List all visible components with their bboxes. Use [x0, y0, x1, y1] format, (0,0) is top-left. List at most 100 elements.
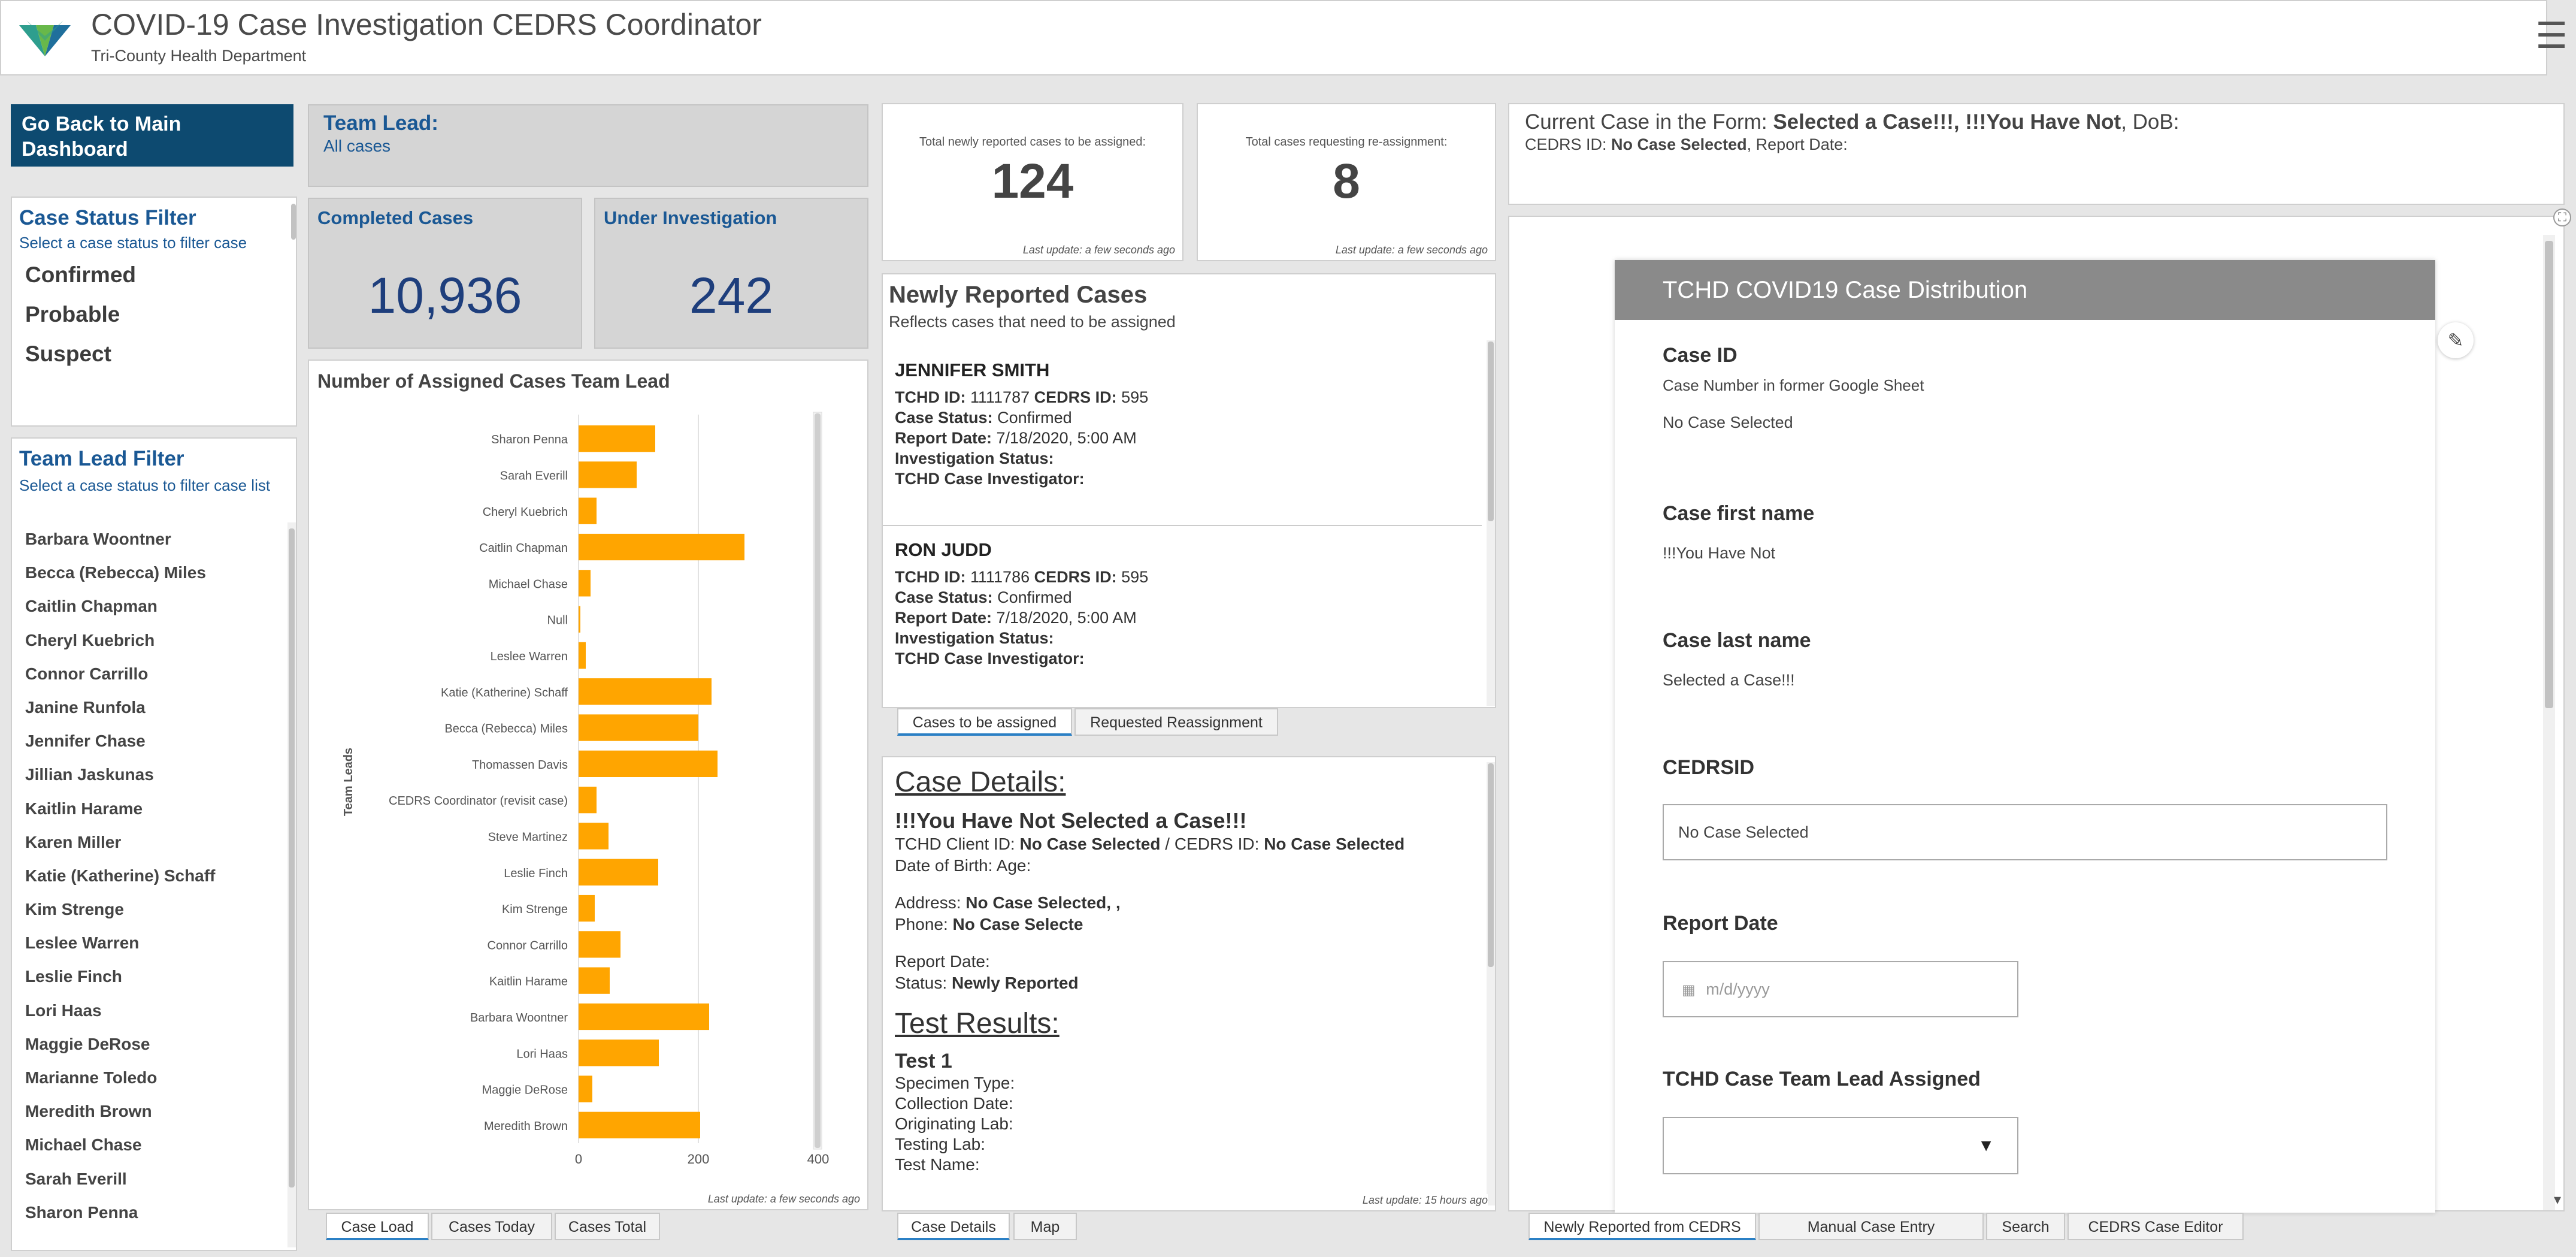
expand-icon[interactable]: ⛶ — [2553, 209, 2571, 226]
team-filter-item[interactable]: Jillian Jaskunas — [12, 758, 287, 791]
status-filter-item[interactable]: Probable — [12, 295, 296, 334]
case-card-report-date: Report Date: 7/18/2020, 5:00 AM — [895, 609, 1137, 627]
category-label: Leslie Finch — [504, 867, 568, 880]
status-filter-item[interactable]: Confirmed — [12, 255, 296, 295]
tab[interactable]: Search — [1986, 1213, 2065, 1240]
bar[interactable] — [579, 931, 620, 958]
status-filter-item[interactable]: Suspect — [12, 334, 296, 374]
current-cedrs-line: CEDRS ID: No Case Selected, Report Date: — [1525, 135, 1848, 153]
team-filter-item[interactable]: Leslee Warren — [12, 926, 287, 960]
team-filter-item[interactable]: Sarah Everill — [12, 1162, 287, 1196]
case-card[interactable]: JENNIFER SMITH TCHD ID: 1111787 CEDRS ID:… — [883, 346, 1482, 526]
bar[interactable] — [579, 678, 712, 705]
team-filter-item[interactable]: Sharon Penna — [12, 1196, 287, 1229]
bar[interactable] — [579, 967, 610, 994]
team-filter-item[interactable]: Caitlin Chapman — [12, 590, 287, 623]
team-filter-item[interactable]: Katie (Katherine) Schaff — [12, 859, 287, 893]
category-label: Maggie DeRose — [482, 1084, 568, 1097]
edit-pencil-icon[interactable]: ✎ — [2438, 322, 2474, 358]
bar[interactable] — [579, 570, 591, 597]
back-to-dashboard-button[interactable]: Go Back to Main Dashboard — [11, 104, 293, 167]
x-tick-label: 400 — [807, 1152, 830, 1167]
bar[interactable] — [579, 497, 597, 524]
tab[interactable]: Cases Total — [555, 1213, 660, 1240]
scrollbar-thumb[interactable] — [289, 528, 295, 1187]
tab[interactable]: Cases to be assigned — [897, 708, 1072, 736]
tab[interactable]: CEDRS Case Editor — [2068, 1213, 2244, 1240]
bar[interactable] — [579, 714, 698, 741]
case-card-name: RON JUDD — [895, 539, 992, 560]
bar[interactable] — [579, 1040, 659, 1066]
tab[interactable]: Case Details — [897, 1213, 1010, 1240]
tab[interactable]: Map — [1013, 1213, 1077, 1240]
scrollbar-thumb[interactable] — [2545, 241, 2553, 708]
team-filter-item[interactable]: Connor Carrillo — [12, 657, 287, 691]
bar[interactable] — [579, 461, 637, 488]
client-id-line: TCHD Client ID: No Case Selected / CEDRS… — [895, 835, 1405, 853]
menu-icon[interactable]: ☰ — [2535, 18, 2568, 54]
case-card-name: JENNIFER SMITH — [895, 359, 1050, 380]
scrollbar-thumb[interactable] — [1488, 763, 1494, 967]
team-filter-item[interactable]: Lori Haas — [12, 994, 287, 1028]
report-date-input[interactable]: ▦ m/d/yyyy — [1663, 961, 2018, 1017]
category-label: Caitlin Chapman — [479, 542, 568, 555]
tab[interactable]: Newly Reported from CEDRS — [1528, 1213, 1756, 1240]
case-id-label: Case ID — [1663, 344, 1737, 367]
tab[interactable]: Case Load — [326, 1213, 429, 1240]
scrollbar[interactable] — [291, 204, 296, 240]
tab[interactable]: Manual Case Entry — [1758, 1213, 1984, 1240]
scroll-down-icon[interactable]: ▾ — [2554, 1191, 2561, 1208]
bar[interactable] — [579, 823, 609, 850]
bar[interactable] — [579, 1111, 700, 1138]
tab[interactable]: Requested Reassignment — [1074, 708, 1278, 736]
chevron-down-icon: ▼ — [1978, 1136, 1994, 1155]
team-filter-item[interactable]: Michael Chase — [12, 1128, 287, 1162]
bar[interactable] — [579, 533, 744, 561]
team-filter-item[interactable]: Barbara Woontner — [12, 522, 287, 556]
chart-scrollbar-thumb[interactable] — [815, 413, 821, 1148]
bar[interactable] — [579, 787, 597, 814]
tab[interactable]: Cases Today — [431, 1213, 552, 1240]
bar[interactable] — [579, 1075, 592, 1102]
bar[interactable] — [579, 750, 718, 777]
category-label: Barbara Woontner — [470, 1011, 568, 1025]
team-filter-item[interactable]: Karen Miller — [12, 826, 287, 859]
form-title: TCHD COVID19 Case Distribution — [1615, 260, 2435, 320]
team-filter-item[interactable]: Meredith Brown — [12, 1095, 287, 1128]
bar[interactable] — [579, 895, 595, 922]
calendar-icon[interactable]: ▦ — [1682, 982, 1696, 998]
team-filter-item[interactable]: Cheryl Kuebrich — [12, 624, 287, 657]
test-detail-line: Originating Lab: — [895, 1114, 1013, 1133]
assigned-cases-chart-panel: Number of Assigned Cases Team Lead Sharo… — [308, 359, 868, 1210]
team-lead-select[interactable]: ▼ — [1663, 1117, 2018, 1174]
team-filter-item[interactable]: Leslie Finch — [12, 960, 287, 993]
case-card[interactable]: RON JUDD TCHD ID: 1111786 CEDRS ID: 595 Ca… — [883, 526, 1482, 706]
bar[interactable] — [579, 859, 658, 886]
case-card-ids: TCHD ID: 1111787 CEDRS ID: 595 — [895, 388, 1149, 406]
test-1-heading: Test 1 — [895, 1050, 952, 1072]
address-line: Address: No Case Selected, , — [895, 893, 1121, 912]
category-label: Steve Martinez — [488, 830, 568, 844]
under-investigation-card: Under Investigation 242 — [594, 198, 868, 349]
scrollbar-thumb[interactable] — [1488, 342, 1494, 521]
team-filter-item[interactable]: Kaitlin Harame — [12, 792, 287, 826]
case-id-value: No Case Selected — [1663, 413, 1793, 431]
team-filter-item[interactable]: Kim Strenge — [12, 893, 287, 926]
team-filter-item[interactable]: Becca (Rebecca) Miles — [12, 556, 287, 590]
team-filter-item[interactable]: Maggie DeRose — [12, 1028, 287, 1061]
new-cases-counter: Total newly reported cases to be assigne… — [882, 103, 1183, 261]
category-label: Becca (Rebecca) Miles — [444, 723, 568, 736]
team-filter-item[interactable]: Jennifer Chase — [12, 724, 287, 758]
bar[interactable] — [579, 425, 655, 452]
team-filter-item[interactable]: Janine Runfola — [12, 691, 287, 724]
bar[interactable] — [579, 606, 580, 633]
bar[interactable] — [579, 1003, 709, 1031]
team-filter-item[interactable]: Marianne Toledo — [12, 1061, 287, 1095]
reassignment-label: Total cases requesting re-assignment: — [1245, 135, 1448, 149]
test-detail-line: Specimen Type: — [895, 1074, 1015, 1092]
bar[interactable] — [579, 642, 586, 669]
first-name-label: Case first name — [1663, 502, 1815, 525]
cedrsid-input[interactable]: No Case Selected — [1663, 804, 2387, 860]
category-label: Connor Carrillo — [488, 939, 568, 952]
app-title: COVID-19 Case Investigation CEDRS Coordi… — [91, 8, 762, 41]
